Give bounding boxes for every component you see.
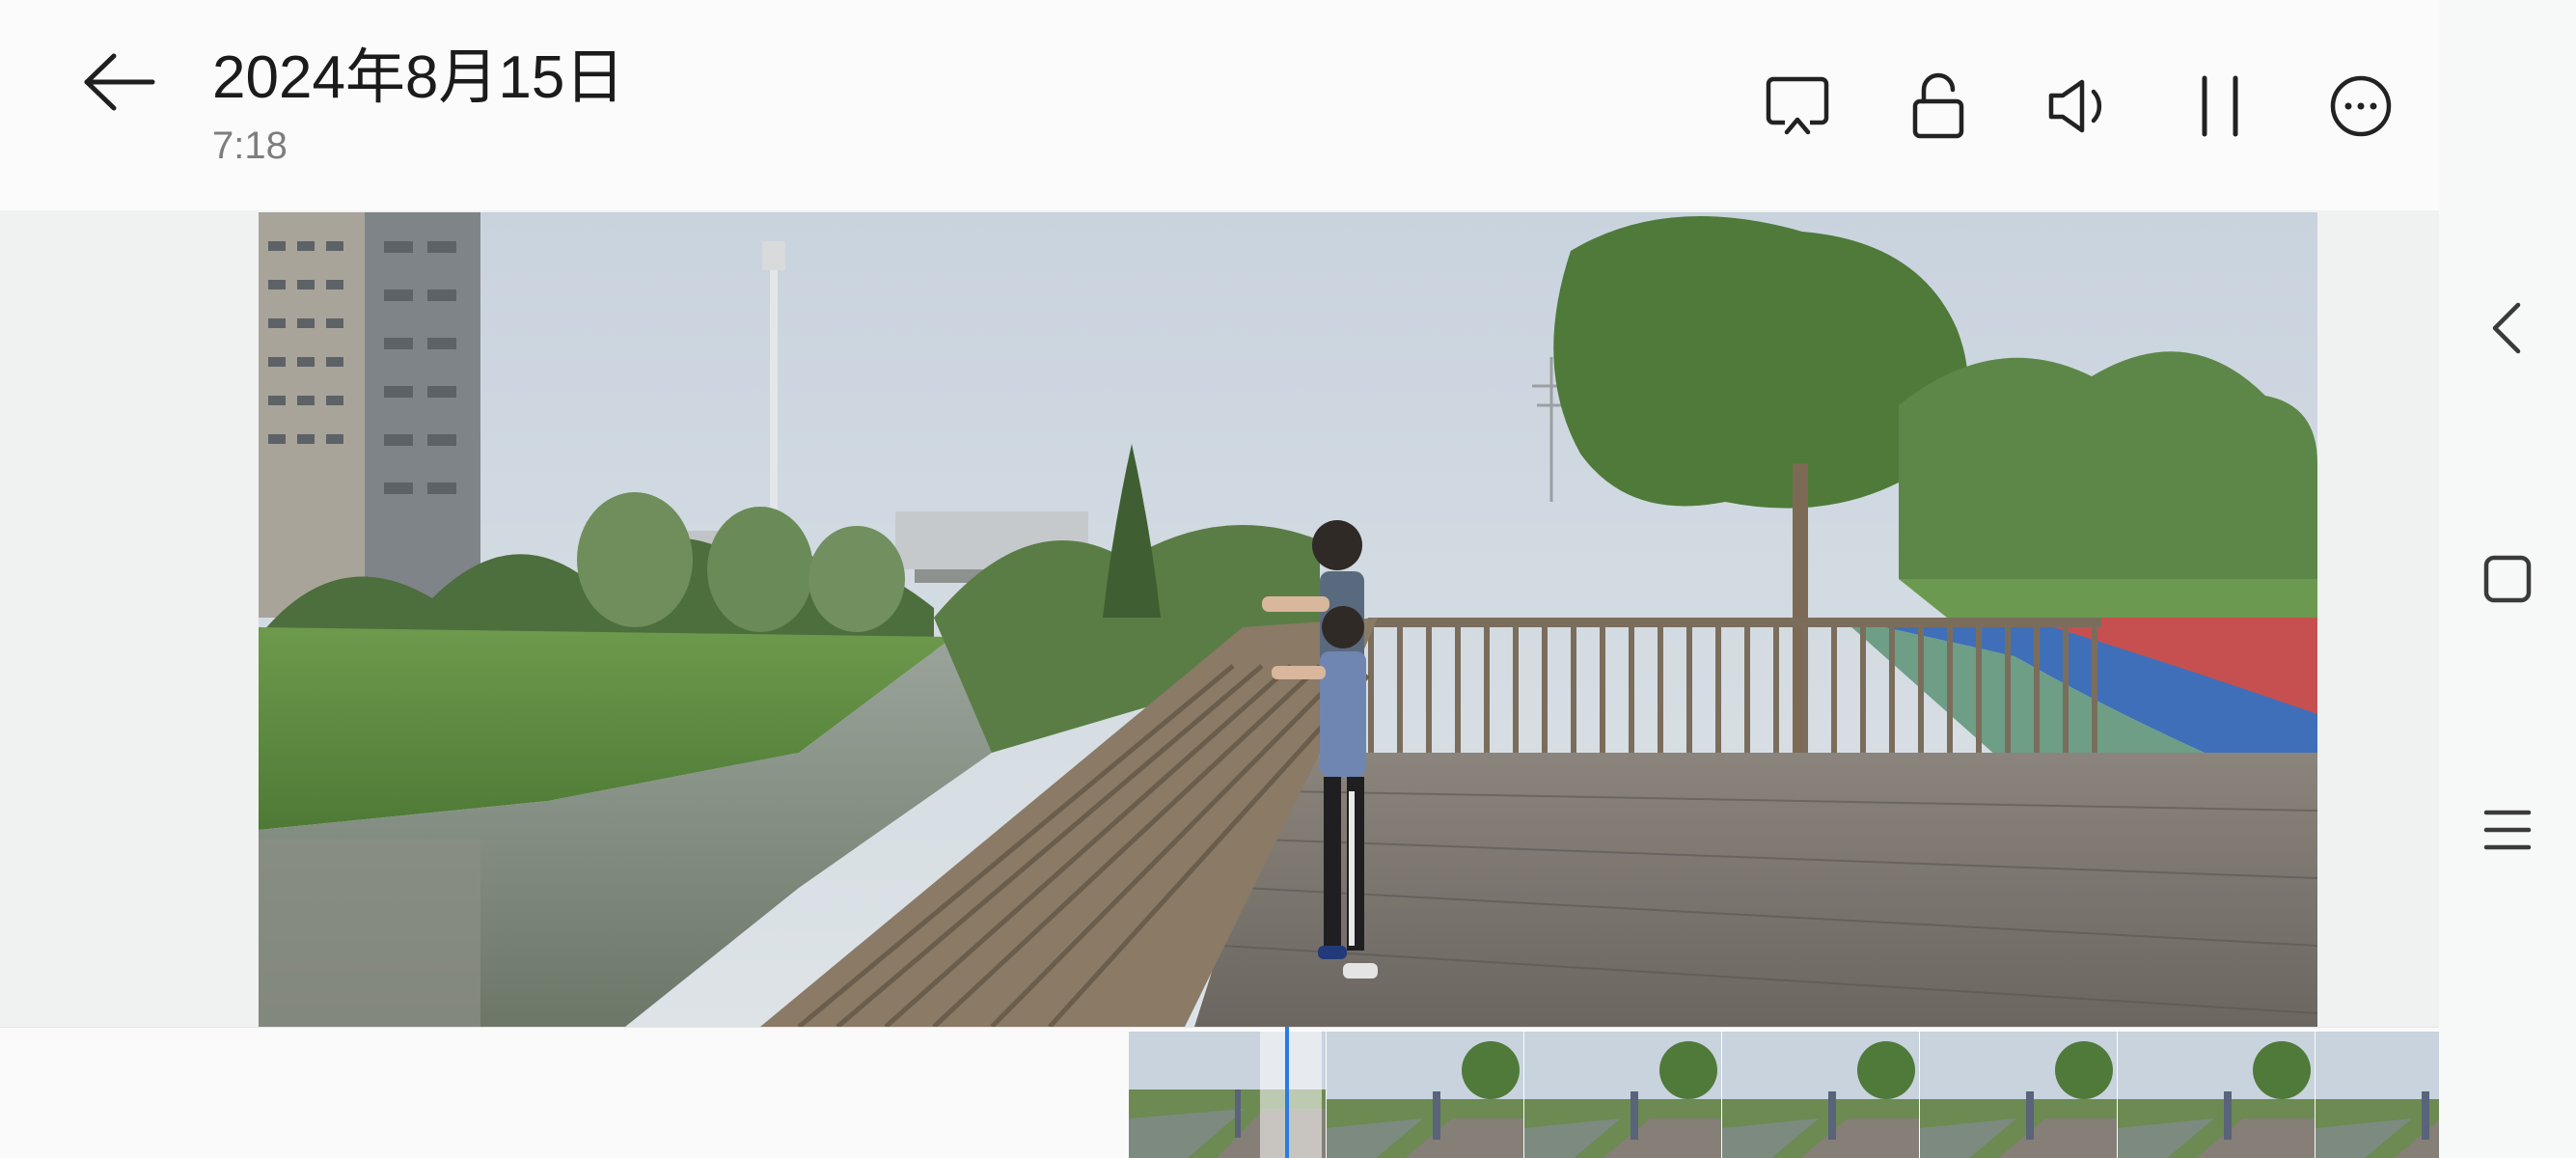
frame-thumbnail <box>1722 1032 1920 1158</box>
timeline-filmstrip[interactable] <box>0 1027 2439 1158</box>
more-icon <box>2330 75 2392 137</box>
frame-thumbnail <box>2316 1032 2439 1158</box>
volume-icon <box>2048 79 2102 133</box>
back-button[interactable] <box>81 50 158 114</box>
volume-button[interactable] <box>2009 68 2150 145</box>
frame-thumbnail <box>1327 1032 1524 1158</box>
video-frame[interactable] <box>259 212 2317 1027</box>
pause-button[interactable] <box>2150 68 2290 145</box>
nav-back-button[interactable] <box>2464 285 2551 372</box>
cast-button[interactable] <box>1727 68 1868 145</box>
frame-thumbnail <box>1524 1032 1722 1158</box>
unlock-icon <box>1912 72 1964 139</box>
playhead[interactable] <box>1285 1027 1289 1158</box>
pause-icon <box>2202 75 2238 137</box>
title-block: 2024年8月15日 7:18 <box>212 39 624 170</box>
lock-button[interactable] <box>1868 68 2009 145</box>
nav-menu-icon <box>2483 810 2532 850</box>
frame-thumbnail <box>2118 1032 2316 1158</box>
system-nav-bar <box>2439 0 2576 1158</box>
frame-thumbnails <box>1129 1032 2439 1158</box>
header-bar: 2024年8月15日 7:18 <box>0 0 2439 210</box>
more-button[interactable] <box>2290 68 2431 145</box>
nav-back-icon <box>2492 302 2521 354</box>
nav-home-icon <box>2483 555 2532 603</box>
playhead-window[interactable] <box>1260 1031 1322 1158</box>
page-title: 2024年8月15日 <box>212 44 625 111</box>
video-player-screen: 2024年8月15日 7:18 <box>0 0 2576 1158</box>
nav-menu-button[interactable] <box>2464 786 2551 873</box>
cast-icon <box>1766 76 1829 135</box>
nav-home-button[interactable] <box>2464 536 2551 622</box>
frame-thumbnail <box>1920 1032 2118 1158</box>
toolbar <box>1727 68 2431 145</box>
time-subtitle: 7:18 <box>212 124 288 167</box>
video-frame-image <box>259 212 2317 1027</box>
back-arrow-icon <box>84 53 155 111</box>
